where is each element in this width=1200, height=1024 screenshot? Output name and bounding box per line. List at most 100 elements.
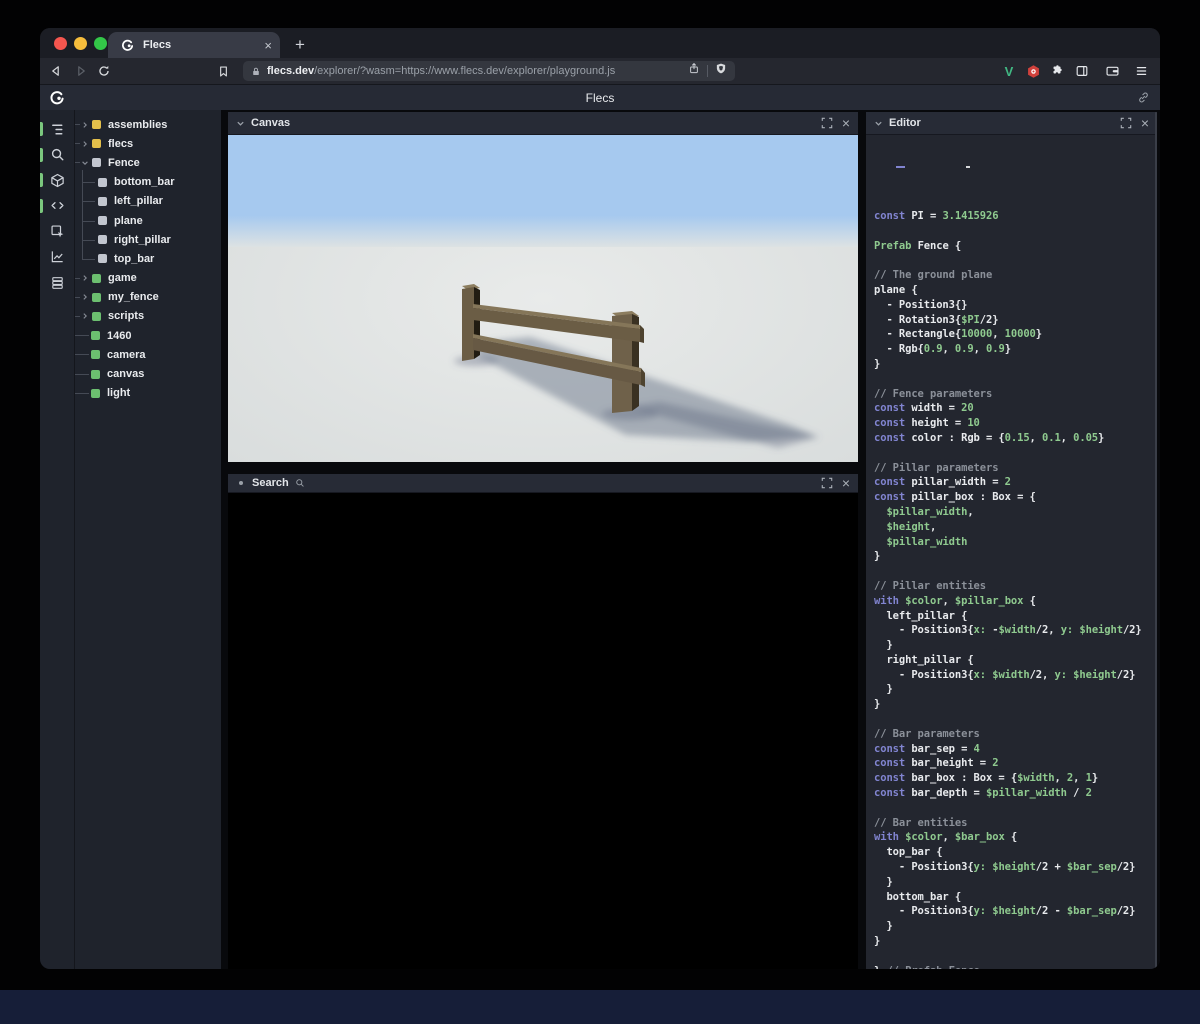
code-line: } // Prefab Fence bbox=[874, 964, 1155, 969]
tree-item-label: scripts bbox=[108, 310, 144, 322]
code-line: with $color, $bar_box { bbox=[874, 830, 1155, 845]
rail-item-inspect[interactable] bbox=[40, 223, 75, 239]
hexagon-extension-icon[interactable] bbox=[1022, 61, 1044, 81]
tree-item-top_bar[interactable]: top_bar bbox=[75, 249, 221, 268]
traffic-light-minimize-button[interactable] bbox=[74, 37, 87, 50]
traffic-light-close-button[interactable] bbox=[54, 37, 67, 50]
rail-item-code[interactable] bbox=[40, 198, 75, 214]
code-line: const width = 20 bbox=[874, 401, 1155, 416]
address-bar[interactable]: flecs.dev /explorer/?wasm=https://www.fl… bbox=[243, 61, 735, 81]
code-line: with $color, $pillar_box { bbox=[874, 594, 1155, 609]
panel-collapsed-dot[interactable] bbox=[239, 481, 243, 485]
tree-item-flecs[interactable]: flecs bbox=[75, 134, 221, 153]
tree-guide-stub bbox=[75, 354, 89, 355]
editor-scrollbar[interactable] bbox=[1155, 112, 1157, 969]
tree-item-bottom_bar[interactable]: bottom_bar bbox=[75, 173, 221, 192]
tree-item-scripts[interactable]: scripts bbox=[75, 307, 221, 326]
tree-item-label: 1460 bbox=[107, 330, 131, 342]
canvas-3d-scene[interactable] bbox=[228, 135, 858, 462]
chevron-down-icon[interactable] bbox=[80, 158, 90, 168]
wallet-icon[interactable] bbox=[1101, 61, 1123, 81]
vue-extension-icon[interactable]: V bbox=[998, 61, 1020, 81]
entity-square-icon bbox=[98, 178, 107, 187]
tree-item-1460[interactable]: 1460 bbox=[75, 326, 221, 345]
browser-tab[interactable]: Flecs × bbox=[108, 32, 280, 58]
entity-square-icon bbox=[92, 293, 101, 302]
close-icon[interactable]: × bbox=[842, 476, 850, 490]
code-line bbox=[874, 712, 1155, 727]
tree-item-label: right_pillar bbox=[114, 234, 171, 246]
rail-item-cube[interactable] bbox=[40, 172, 75, 188]
clipped-code-line bbox=[874, 165, 1155, 169]
search-panel-header[interactable]: Search × bbox=[228, 474, 858, 493]
tree-item-canvas[interactable]: canvas bbox=[75, 364, 221, 383]
back-button[interactable] bbox=[46, 61, 66, 81]
code-line: // Bar parameters bbox=[874, 727, 1155, 742]
sidebar-toggle-icon[interactable] bbox=[1071, 61, 1093, 81]
chevron-right-icon[interactable] bbox=[80, 292, 90, 302]
tree-item-game[interactable]: game bbox=[75, 269, 221, 288]
chevron-down-icon[interactable] bbox=[874, 119, 883, 128]
tree-item-label: light bbox=[107, 387, 130, 399]
code-line bbox=[874, 253, 1155, 268]
code-line: $pillar_width, bbox=[874, 505, 1155, 520]
tab-close-icon[interactable]: × bbox=[264, 39, 272, 52]
share-icon[interactable] bbox=[688, 62, 700, 80]
entity-square-icon bbox=[91, 370, 100, 379]
editor-code[interactable]: const PI = 3.1415926 Prefab Fence { // T… bbox=[866, 135, 1155, 969]
outline-icon bbox=[50, 122, 65, 137]
tree-item-light[interactable]: light bbox=[75, 384, 221, 403]
fullscreen-icon[interactable] bbox=[821, 477, 833, 489]
inspect-icon bbox=[50, 224, 65, 239]
canvas-panel-header[interactable]: Canvas × bbox=[228, 112, 858, 135]
close-icon[interactable]: × bbox=[1141, 116, 1149, 130]
rail-item-outline[interactable] bbox=[40, 121, 75, 137]
editor-panel: Editor × const PI = 3.1415926 Prefab Fen… bbox=[866, 112, 1157, 969]
close-icon[interactable]: × bbox=[842, 116, 850, 130]
code-line bbox=[874, 949, 1155, 964]
code-line bbox=[874, 372, 1155, 387]
code-line: } bbox=[874, 934, 1155, 949]
panel-title: Editor bbox=[889, 117, 921, 129]
rail-item-rows[interactable] bbox=[40, 275, 75, 291]
reload-button[interactable] bbox=[94, 61, 114, 81]
code-line bbox=[874, 446, 1155, 461]
entity-square-icon bbox=[91, 350, 100, 359]
code-line: - Rgb{0.9, 0.9, 0.9} bbox=[874, 342, 1155, 357]
tree-item-left_pillar[interactable]: left_pillar bbox=[75, 192, 221, 211]
chevron-right-icon[interactable] bbox=[80, 139, 90, 149]
tree-item-my_fence[interactable]: my_fence bbox=[75, 288, 221, 307]
code-line bbox=[874, 801, 1155, 816]
editor-panel-header[interactable]: Editor × bbox=[866, 112, 1157, 135]
rail-item-chart[interactable] bbox=[40, 249, 75, 265]
fullscreen-icon[interactable] bbox=[821, 117, 833, 129]
tree-guide-stub bbox=[75, 374, 89, 375]
chevron-right-icon[interactable] bbox=[80, 311, 90, 321]
code-line: right_pillar { bbox=[874, 653, 1155, 668]
extensions-puzzle-icon[interactable] bbox=[1046, 61, 1068, 81]
tree-item-camera[interactable]: camera bbox=[75, 345, 221, 364]
code-line: } bbox=[874, 682, 1155, 697]
tree-item-right_pillar[interactable]: right_pillar bbox=[75, 230, 221, 249]
forward-button[interactable] bbox=[71, 61, 91, 81]
tree-item-assemblies[interactable]: assemblies bbox=[75, 115, 221, 134]
shield-icon[interactable] bbox=[715, 62, 727, 80]
chevron-right-icon[interactable] bbox=[80, 273, 90, 283]
tree-item-label: camera bbox=[107, 349, 146, 361]
menu-icon[interactable] bbox=[1130, 61, 1152, 81]
divider bbox=[707, 65, 708, 77]
icon-rail bbox=[40, 110, 75, 969]
chart-icon bbox=[50, 249, 65, 264]
tree-item-label: game bbox=[108, 272, 137, 284]
traffic-light-zoom-button[interactable] bbox=[94, 37, 107, 50]
new-tab-button[interactable]: + bbox=[289, 34, 311, 56]
code-line: - Position3{x: -$width/2, y: $height/2} bbox=[874, 623, 1155, 638]
chevron-down-icon[interactable] bbox=[236, 119, 245, 128]
rail-item-search[interactable] bbox=[40, 147, 75, 163]
fullscreen-icon[interactable] bbox=[1120, 117, 1132, 129]
chevron-right-icon[interactable] bbox=[80, 120, 90, 130]
bookmark-icon[interactable] bbox=[213, 61, 233, 81]
tree-item-Fence[interactable]: Fence bbox=[75, 153, 221, 172]
tree-item-plane[interactable]: plane bbox=[75, 211, 221, 230]
link-icon[interactable] bbox=[1137, 91, 1150, 109]
